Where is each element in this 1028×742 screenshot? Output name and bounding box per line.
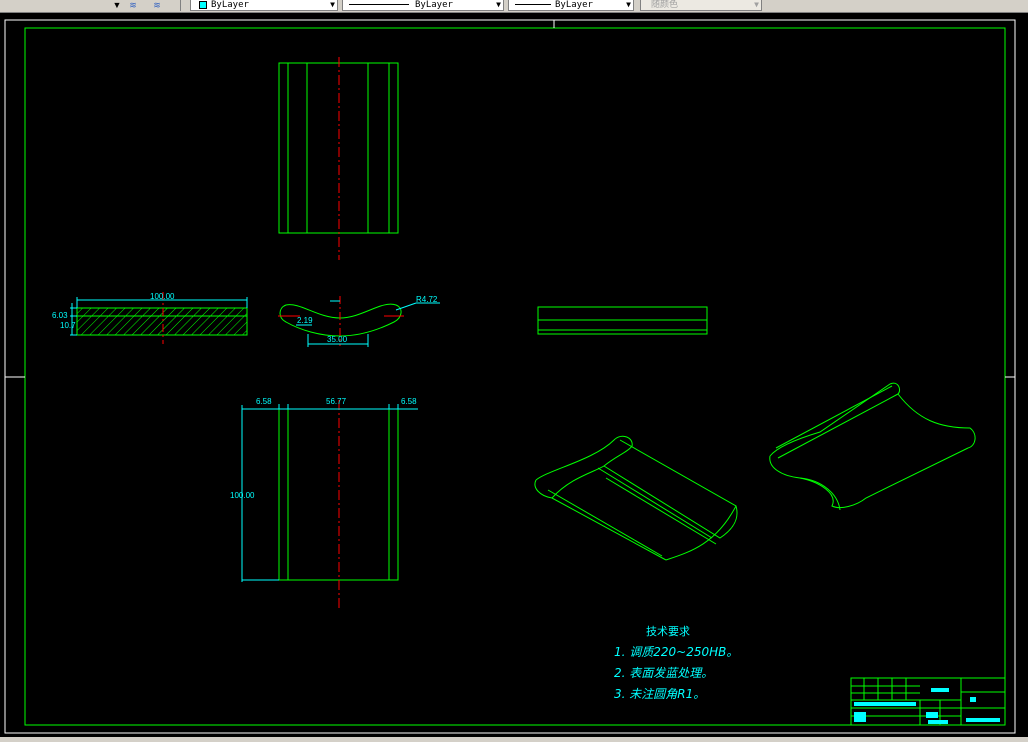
dim-length: 100.00 bbox=[230, 491, 255, 500]
color-swatch bbox=[199, 1, 207, 9]
bottom-view bbox=[241, 400, 418, 608]
toolbar-separator bbox=[180, 0, 181, 11]
drawing-canvas[interactable]: 100.00 6.03 10.7 R4.72 2.19 35.00 6.58 5… bbox=[0, 12, 1028, 737]
dim-side-left: 6.58 bbox=[256, 397, 272, 406]
isometric-view-right bbox=[769, 382, 976, 511]
dropdown-arrow-icon[interactable]: ▼ bbox=[110, 0, 124, 10]
title-block bbox=[850, 677, 1006, 726]
sheet-outer-frame bbox=[4, 19, 1016, 734]
side-view bbox=[537, 306, 708, 335]
layer-previous-icon[interactable]: ≋ bbox=[150, 0, 164, 10]
chevron-down-icon: ▼ bbox=[496, 0, 501, 9]
chevron-down-icon: ▼ bbox=[626, 0, 631, 9]
plotstyle-control-select[interactable]: 随颜色 ▼ bbox=[640, 0, 762, 11]
dim-side-right: 6.58 bbox=[401, 397, 417, 406]
dim-width-top: 100.00 bbox=[150, 292, 175, 301]
linetype-control-select[interactable]: ByLayer ▼ bbox=[342, 0, 504, 11]
top-view bbox=[278, 57, 399, 260]
chevron-down-icon: ▼ bbox=[330, 0, 335, 9]
sheet-inner-frame bbox=[24, 27, 1006, 726]
color-control-select[interactable]: ByLayer ▼ bbox=[190, 0, 338, 11]
notes-title: 技术要求 bbox=[646, 625, 690, 638]
lineweight-preview bbox=[515, 4, 551, 5]
note-item: 1. 调质220~250HB。 bbox=[614, 645, 738, 659]
dim-groove-width: 35.00 bbox=[327, 335, 348, 344]
note-item: 2. 表面发蓝处理。 bbox=[614, 666, 713, 680]
isometric-view-left bbox=[534, 435, 738, 561]
note-item: 3. 未注圆角R1。 bbox=[614, 687, 705, 701]
layer-state-icon[interactable]: ≋ bbox=[126, 0, 140, 10]
lineweight-control-select[interactable]: ByLayer ▼ bbox=[508, 0, 634, 11]
dim-radius: R4.72 bbox=[416, 295, 438, 304]
dim-flange: 10.7 bbox=[60, 321, 76, 330]
dim-depth: 2.19 bbox=[297, 316, 313, 325]
dim-thickness: 6.03 bbox=[52, 311, 68, 320]
linetype-preview bbox=[349, 4, 409, 5]
dim-center-width: 56.77 bbox=[326, 397, 347, 406]
status-bar bbox=[0, 737, 1028, 742]
chevron-down-icon: ▼ bbox=[754, 0, 759, 9]
